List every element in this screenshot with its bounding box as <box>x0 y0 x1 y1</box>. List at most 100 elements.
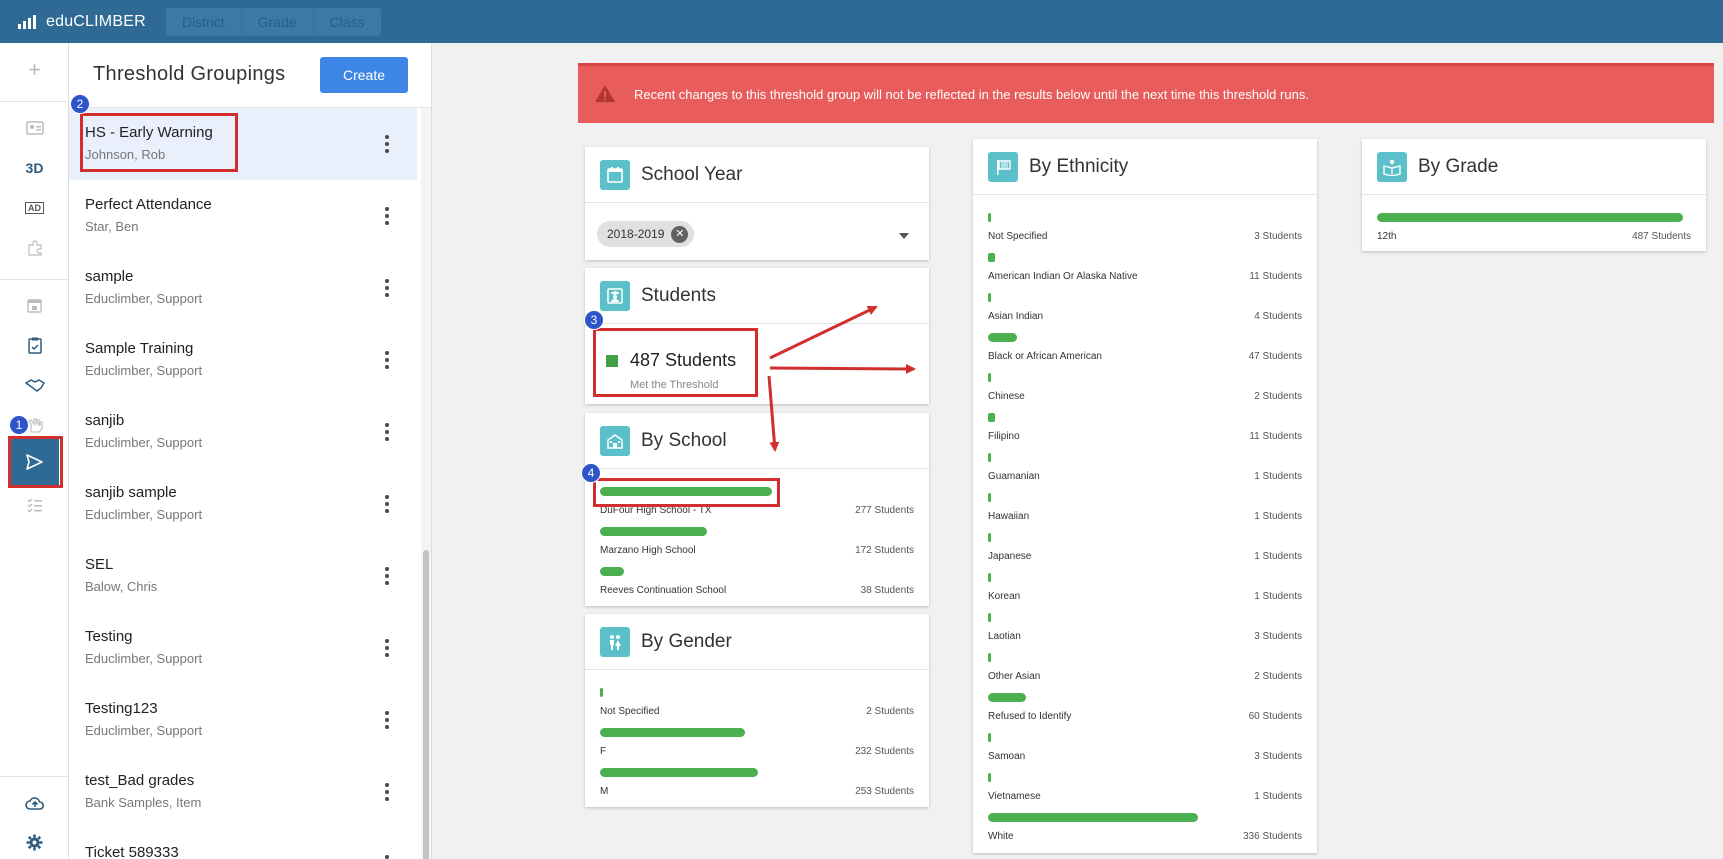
add-icon[interactable]: + <box>0 50 69 90</box>
bar-label: Samoan <box>988 751 1026 762</box>
bar-label: White <box>988 831 1014 842</box>
list-item-owner: Bank Samples, Item <box>85 795 202 810</box>
bar-fill <box>600 728 746 737</box>
tab-grade[interactable]: Grade <box>241 7 314 36</box>
annotation-badge-4: 4 <box>581 463 601 483</box>
ad-icon[interactable]: AD <box>0 188 69 228</box>
card-title: By Gender <box>641 630 732 652</box>
bar-fill <box>1377 213 1683 222</box>
bar-row[interactable]: Not Specified 3 Students <box>988 213 1302 253</box>
tab-class[interactable]: Class <box>313 7 381 36</box>
more-options-icon[interactable] <box>381 636 393 660</box>
more-options-icon[interactable] <box>381 564 393 588</box>
bar-row[interactable]: Asian Indian 4 Students <box>988 293 1302 333</box>
bar-row[interactable]: Chinese 2 Students <box>988 373 1302 413</box>
chip-label: 2018-2019 <box>607 227 665 241</box>
bar-label: Chinese <box>988 391 1025 402</box>
bar-row[interactable]: Reeves Continuation School 38 Students <box>600 567 914 607</box>
list-item-sel[interactable]: SEL Balow, Chris <box>69 540 417 612</box>
checklist-icon[interactable] <box>0 485 69 525</box>
by-ethnicity-card: By Ethnicity Not Specified 3 Students Amer… <box>973 139 1317 853</box>
bar-label: Asian Indian <box>988 311 1044 322</box>
3d-icon[interactable]: 3D <box>0 148 69 188</box>
card-title: Students <box>641 284 716 306</box>
bar-row[interactable]: M 253 Students <box>600 768 914 808</box>
bar-row[interactable]: Not Specified 2 Students <box>600 688 914 728</box>
list-item-sanjib-sample[interactable]: sanjib sample Educlimber, Support <box>69 468 417 540</box>
list-item-owner: Educlimber, Support <box>85 651 203 666</box>
list-item-owner: Educlimber, Support <box>85 723 203 738</box>
list-item-name: sanjib <box>85 412 125 429</box>
book-icon <box>1377 151 1407 182</box>
more-options-icon[interactable] <box>381 852 393 859</box>
list-item-sample[interactable]: sample Educlimber, Support <box>69 252 417 324</box>
by-school-card: By School DuFour High School - TX 277 Stu… <box>585 413 929 606</box>
app-logo[interactable]: eduCLIMBER <box>18 13 146 31</box>
by-gender-card: By Gender Not Specified 2 Students F 232 St… <box>585 614 929 807</box>
list-item-name: Sample Training <box>85 340 194 357</box>
bar-fill <box>988 453 991 462</box>
more-options-icon[interactable] <box>381 708 393 732</box>
bar-row[interactable]: Laotian 3 Students <box>988 613 1302 653</box>
dropdown-caret-icon[interactable] <box>899 233 909 239</box>
bar-row[interactable]: Black or African American 47 Students <box>988 333 1302 373</box>
cloud-upload-icon[interactable] <box>0 783 69 823</box>
school-year-chip[interactable]: 2018-2019 ✕ <box>597 221 695 247</box>
bar-count: 277 Students <box>855 505 914 516</box>
more-options-icon[interactable] <box>381 492 393 516</box>
bar-row[interactable]: Marzano High School 172 Students <box>600 527 914 567</box>
bar-row[interactable]: Refused to Identify 60 Students <box>988 693 1302 733</box>
bar-fill <box>600 567 625 576</box>
bar-label: Marzano High School <box>600 545 696 556</box>
bar-fill <box>988 733 991 742</box>
bar-row[interactable]: American Indian Or Alaska Native 11 Stude… <box>988 253 1302 293</box>
list-item-perfect-attendance[interactable]: Perfect Attendance Star, Ben <box>69 180 417 252</box>
tab-district[interactable]: District <box>165 7 242 36</box>
bar-row[interactable]: Filipino 11 Students <box>988 413 1302 453</box>
bar-row[interactable]: Japanese 1 Students <box>988 533 1302 573</box>
bar-row[interactable]: Other Asian 2 Students <box>988 653 1302 693</box>
bar-label: Filipino <box>988 431 1020 442</box>
bar-count: 38 Students <box>860 585 914 596</box>
list-item-sanjib[interactable]: sanjib Educlimber, Support <box>69 396 417 468</box>
handshake-icon[interactable] <box>0 365 69 405</box>
clipboard-icon[interactable] <box>0 325 69 365</box>
bar-row[interactable]: Samoan 3 Students <box>988 733 1302 773</box>
list-item-test-bad-grades[interactable]: test_Bad grades Bank Samples, Item <box>69 756 417 828</box>
chip-remove-icon[interactable]: ✕ <box>671 225 689 243</box>
more-options-icon[interactable] <box>381 420 393 444</box>
bar-label: Reeves Continuation School <box>600 585 727 596</box>
bar-label: 12th <box>1377 231 1397 242</box>
school-icon <box>600 425 630 456</box>
bar-row[interactable]: Korean 1 Students <box>988 573 1302 613</box>
create-button[interactable]: Create <box>320 57 408 93</box>
card-header: By Gender <box>585 614 929 670</box>
list-item-sample-training[interactable]: Sample Training Educlimber, Support <box>69 324 417 396</box>
scrollbar-thumb[interactable] <box>423 550 429 859</box>
more-options-icon[interactable] <box>381 780 393 804</box>
annotation-badge-1: 1 <box>9 415 29 435</box>
list-item-testing[interactable]: Testing Educlimber, Support <box>69 612 417 684</box>
more-options-icon[interactable] <box>381 276 393 300</box>
bar-row[interactable]: Hawaiian 1 Students <box>988 493 1302 533</box>
bar-fill <box>988 533 991 542</box>
more-options-icon[interactable] <box>381 348 393 372</box>
bar-row[interactable]: White 336 Students <box>988 813 1302 853</box>
bar-fill <box>988 613 991 622</box>
more-options-icon[interactable] <box>381 204 393 228</box>
list-item-ticket-589333[interactable]: Ticket 589333 <box>69 828 417 859</box>
calendar-icon[interactable] <box>0 285 69 325</box>
puzzle-icon[interactable] <box>0 228 69 268</box>
more-options-icon[interactable] <box>381 132 393 156</box>
bar-count: 2 Students <box>1254 671 1302 682</box>
list-item-testing123[interactable]: Testing123 Educlimber, Support <box>69 684 417 756</box>
bar-row[interactable]: Vietnamese 1 Students <box>988 773 1302 813</box>
list-scrollbar[interactable] <box>421 108 431 859</box>
bar-fill <box>988 293 991 302</box>
id-card-icon[interactable] <box>0 108 69 148</box>
bar-row[interactable]: Guamanian 1 Students <box>988 453 1302 493</box>
bar-row[interactable]: 12th 487 Students <box>1377 213 1691 253</box>
bar-label: American Indian Or Alaska Native <box>988 271 1138 282</box>
gear-icon[interactable] <box>0 822 69 859</box>
bar-row[interactable]: F 232 Students <box>600 728 914 768</box>
